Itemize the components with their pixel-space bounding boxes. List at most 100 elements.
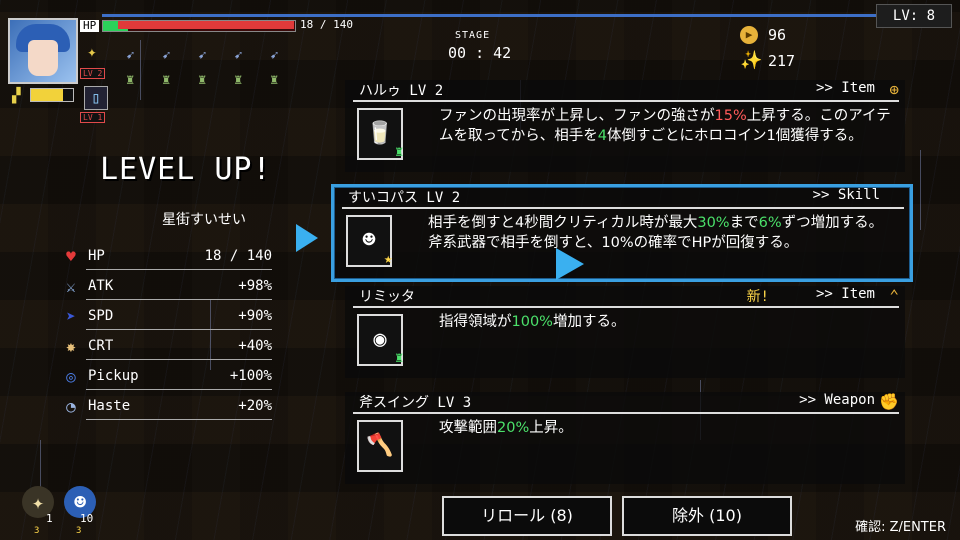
description-segment: ファンの出現率が上昇し、ファンの強さが (439, 108, 715, 124)
stat-value: +40% (238, 338, 272, 354)
upgrade-option-card[interactable]: ハルゥ LV 2 >> Item ⊕ 🥛 ♜ ファンの出現率が上昇し、ファンの強さが15%… (345, 80, 905, 172)
option-title: すいコパス LV 2 (348, 190, 461, 206)
holo-point-counter: ✨ 217 (740, 50, 796, 71)
title-divider (342, 207, 904, 209)
empty-item-slot-icon: ♜ (126, 72, 135, 88)
option-kind: >> Skill (812, 187, 880, 203)
shirt-icon: ♜ (395, 350, 404, 366)
empty-item-slot-icon: ♜ (198, 72, 207, 88)
crit-icon: ✸ (66, 337, 76, 356)
axe-weapon-slot-icon: ✦ (87, 42, 97, 61)
hp-bar-missing (118, 21, 294, 29)
option-kind: >> Weapon (799, 392, 875, 408)
fan-count: 10 (80, 512, 94, 525)
stat-value: +98% (238, 278, 272, 294)
title-divider (353, 306, 899, 308)
empty-weapon-slot-icon: ➹ (198, 48, 207, 64)
character-name: 星街すいせい (162, 212, 246, 228)
stat-label: HP (88, 248, 105, 264)
option-description: 攻撃範囲20%上昇。 (439, 418, 899, 438)
description-segment: 上昇。 (529, 420, 573, 436)
stat-row-pickup: ◎ Pickup +100% (58, 364, 272, 390)
empty-item-slot-icon: ♜ (234, 72, 243, 88)
weapon-level-badge: LV 2 (80, 68, 106, 79)
character-portrait (8, 18, 78, 84)
hp-readout: 18 / 140 (300, 18, 353, 31)
upgrade-option-card[interactable]: リミッタ 新! >> Item ⌃ ◉ ♜ 指得領域が100%増加する。 (345, 286, 905, 378)
coin-count: 96 (768, 26, 787, 44)
rain-streak (920, 150, 921, 230)
fist-icon: ✊ (879, 392, 899, 411)
shirt-icon: ♜ (395, 144, 404, 160)
reroll-button[interactable]: リロール (8) (442, 496, 612, 536)
hp-label: HP (80, 20, 100, 32)
description-segment: まで (729, 215, 759, 231)
description-segment: 増加する。 (552, 314, 626, 330)
stat-underline (86, 269, 272, 270)
stars-icon: ✨ (740, 50, 763, 71)
boot-icon: ➤ (66, 307, 76, 326)
portrait-face (28, 40, 58, 76)
stage-timer: 00 : 42 (448, 44, 512, 62)
haste-icon: ◔ (66, 397, 76, 416)
empty-weapon-slot-icon: ➹ (270, 48, 279, 64)
option-kind: >> Item (815, 286, 875, 302)
option-title: リミッタ (359, 289, 415, 305)
star-icon: ★ (384, 251, 393, 267)
stat-row-atk: ⚔ ATK +98% (58, 274, 272, 300)
stat-underline (86, 329, 272, 330)
stat-row-crt: ✸ CRT +40% (58, 334, 272, 360)
stat-value: +90% (238, 308, 272, 324)
description-segment: 30% (697, 215, 730, 231)
holocoin-icon: ▶ (740, 26, 758, 44)
compass-level: 3 (34, 526, 40, 536)
description-segment: 20% (497, 420, 530, 436)
description-segment: 6% (758, 215, 782, 231)
empty-item-slot-icon: ♜ (270, 72, 279, 88)
empty-weapon-slot-icon: ➹ (126, 48, 135, 64)
eliminate-button[interactable]: 除外 (10) (622, 496, 792, 536)
description-segment: 相手を倒すと4秒間クリティカル時が最大 (428, 215, 698, 231)
description-segment: 攻撃範囲 (439, 420, 497, 436)
compass-count: 1 (46, 512, 53, 525)
description-segment: 100% (511, 314, 553, 330)
coin-counter: ▶ 96 (740, 26, 786, 44)
cup-item-slot-icon: ▯ (84, 86, 108, 110)
special-meter (30, 88, 74, 102)
level-up-title: LEVEL UP! (100, 152, 272, 187)
description-segment: 15% (714, 108, 747, 124)
holo-point-count: 217 (768, 52, 796, 70)
option-description: 相手を倒すと4秒間クリティカル時が最大30%まで6%ずつ増加する。斧系武器で相手… (428, 213, 888, 253)
title-divider (353, 100, 899, 102)
option-kind: >> Item (815, 80, 875, 96)
pointer-cursor-icon (556, 248, 584, 280)
stat-label: ATK (88, 278, 114, 294)
empty-weapon-slot-icon: ➹ (162, 48, 171, 64)
experience-bar (102, 14, 942, 17)
description-segment: 指得領域が (439, 314, 512, 330)
option-title: ハルゥ LV 2 (359, 83, 444, 99)
stat-value: +100% (229, 368, 272, 384)
option-description: 指得領域が100%増加する。 (439, 312, 899, 332)
stat-label: CRT (88, 338, 114, 354)
option-title: 斧スイング LV 3 (359, 395, 472, 411)
heart-icon: ♥ (66, 247, 76, 266)
selection-arrow-icon (296, 224, 318, 252)
upgrade-option-card[interactable]: 斧スイング LV 3 >> Weapon ✊ 🪓 攻撃範囲20%上昇。 (345, 392, 905, 484)
upgrade-option-card[interactable]: すいコパス LV 2 >> Skill ☻ ★ 相手を倒すと4秒間クリティカル時が最大3… (331, 184, 913, 282)
stat-label: Pickup (88, 368, 139, 384)
stat-row-hp: ♥ HP 18 / 140 (58, 244, 272, 270)
crosshair-icon: ⊕ (889, 80, 899, 99)
stat-row-haste: ◔ Haste +20% (58, 394, 272, 420)
rain-streak (140, 40, 141, 100)
stat-value: 18 / 140 (204, 248, 272, 264)
blocks-icon: ▞ (12, 88, 21, 104)
empty-weapon-slot-icon: ➹ (234, 48, 243, 64)
stat-row-spd: ➤ SPD +90% (58, 304, 272, 330)
chevron-up-icon: ⌃ (889, 286, 899, 305)
player-level: LV: 8 (876, 4, 952, 28)
special-meter-fill (31, 89, 63, 101)
sword-icon: ⚔ (66, 277, 76, 296)
new-badge: 新! (746, 289, 769, 305)
item-level-badge: LV 1 (80, 112, 106, 123)
